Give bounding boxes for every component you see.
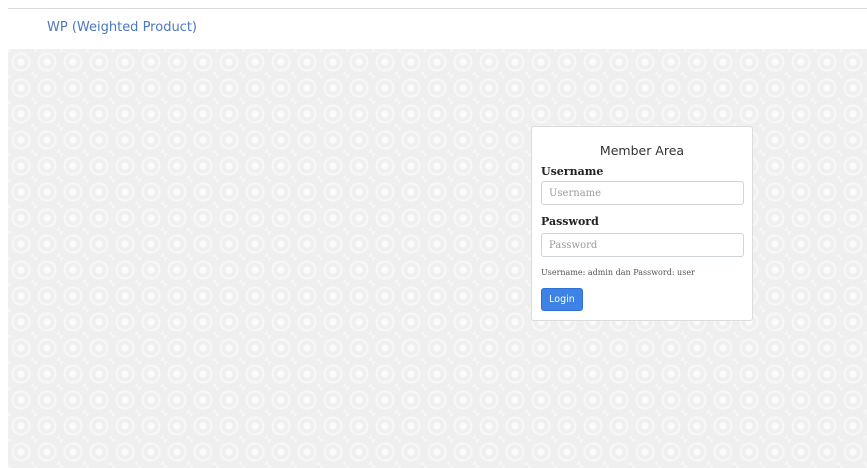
- brand-link[interactable]: WP (Weighted Product): [47, 20, 197, 35]
- username-input[interactable]: [541, 181, 744, 205]
- password-input[interactable]: [541, 233, 744, 257]
- login-card: Member Area Username Password Username: …: [531, 126, 753, 321]
- login-button[interactable]: Login: [541, 288, 583, 311]
- password-label: Password: [541, 215, 599, 228]
- credentials-hint: Username: admin dan Password: user: [541, 268, 695, 277]
- login-title: Member Area: [599, 143, 685, 158]
- username-label: Username: [541, 165, 604, 178]
- navbar: WP (Weighted Product): [8, 9, 867, 49]
